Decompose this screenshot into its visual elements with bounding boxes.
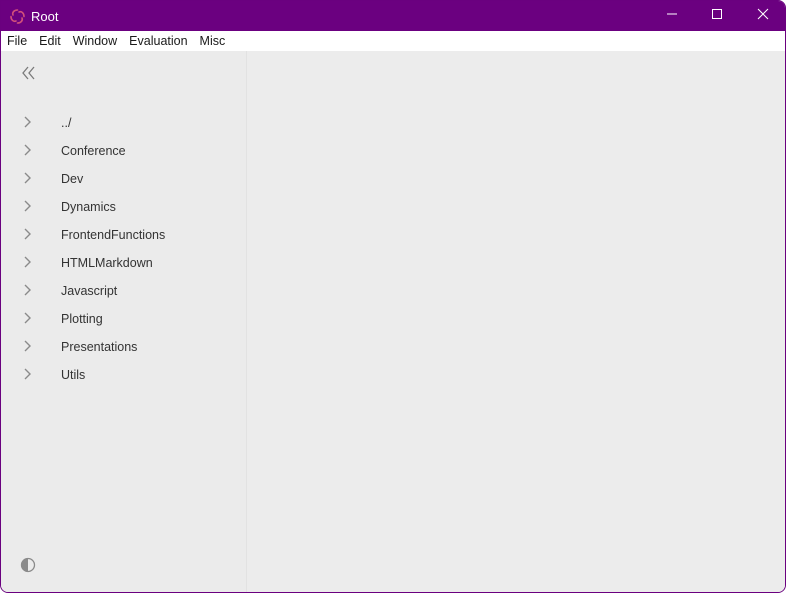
tree-item-label: Dev: [61, 172, 84, 186]
tree-item-plotting[interactable]: Plotting: [1, 305, 246, 333]
maximize-button[interactable]: [694, 1, 740, 31]
tree-item-label: Plotting: [61, 312, 103, 326]
tree-item-parent-dir[interactable]: ../: [1, 109, 246, 137]
tree-item-label: Presentations: [61, 340, 138, 354]
tree-item-frontendfunctions[interactable]: FrontendFunctions: [1, 221, 246, 249]
swirl-logo-icon: [9, 8, 26, 25]
title-bar[interactable]: Root: [1, 1, 785, 31]
tree-item-javascript[interactable]: Javascript: [1, 277, 246, 305]
chevron-right-icon[interactable]: [22, 339, 32, 353]
chevron-right-icon[interactable]: [22, 115, 32, 129]
menu-file[interactable]: File: [1, 31, 33, 51]
menu-edit[interactable]: Edit: [33, 31, 67, 51]
window-title: Root: [31, 9, 59, 24]
close-button[interactable]: [740, 1, 785, 31]
tree-item-utils[interactable]: Utils: [1, 361, 246, 389]
tree-item-htmlmarkdown[interactable]: HTMLMarkdown: [1, 249, 246, 277]
chevron-right-icon[interactable]: [22, 283, 32, 297]
theme-toggle-button[interactable]: [20, 557, 36, 573]
tree-item-presentations[interactable]: Presentations: [1, 333, 246, 361]
chevron-right-icon[interactable]: [22, 227, 32, 241]
tree-item-label: Javascript: [61, 284, 118, 298]
close-icon: [757, 7, 769, 25]
file-browser-sidebar: ../ Conference Dev Dynamics FrontendFunc…: [1, 51, 247, 592]
app-window: Root File Edit Window Evaluation Misc ..…: [0, 0, 786, 593]
tree-item-label: ../: [61, 116, 72, 130]
minimize-button[interactable]: [649, 1, 695, 31]
tree-item-label: HTMLMarkdown: [61, 256, 153, 270]
maximize-icon: [711, 7, 723, 25]
tree-item-label: Dynamics: [61, 200, 116, 214]
contrast-icon: [20, 557, 36, 577]
collapse-sidebar-button[interactable]: [20, 65, 38, 81]
tree-item-conference[interactable]: Conference: [1, 137, 246, 165]
chevrons-left-icon: [20, 66, 38, 85]
chevron-right-icon[interactable]: [22, 143, 32, 157]
chevron-right-icon[interactable]: [22, 255, 32, 269]
menu-misc[interactable]: Misc: [194, 31, 232, 51]
chevron-right-icon[interactable]: [22, 171, 32, 185]
menu-evaluation[interactable]: Evaluation: [123, 31, 193, 51]
tree-item-label: FrontendFunctions: [61, 228, 166, 242]
tree-item-dev[interactable]: Dev: [1, 165, 246, 193]
chevron-right-icon[interactable]: [22, 311, 32, 325]
chevron-right-icon[interactable]: [22, 367, 32, 381]
tree-item-label: Conference: [61, 144, 126, 158]
menu-bar: File Edit Window Evaluation Misc: [1, 31, 785, 51]
tree-item-label: Utils: [61, 368, 86, 382]
folder-tree: ../ Conference Dev Dynamics FrontendFunc…: [1, 109, 246, 389]
chevron-right-icon[interactable]: [22, 199, 32, 213]
minimize-icon: [666, 7, 678, 25]
tree-item-dynamics[interactable]: Dynamics: [1, 193, 246, 221]
main-content-area: [247, 51, 785, 592]
menu-window[interactable]: Window: [67, 31, 123, 51]
